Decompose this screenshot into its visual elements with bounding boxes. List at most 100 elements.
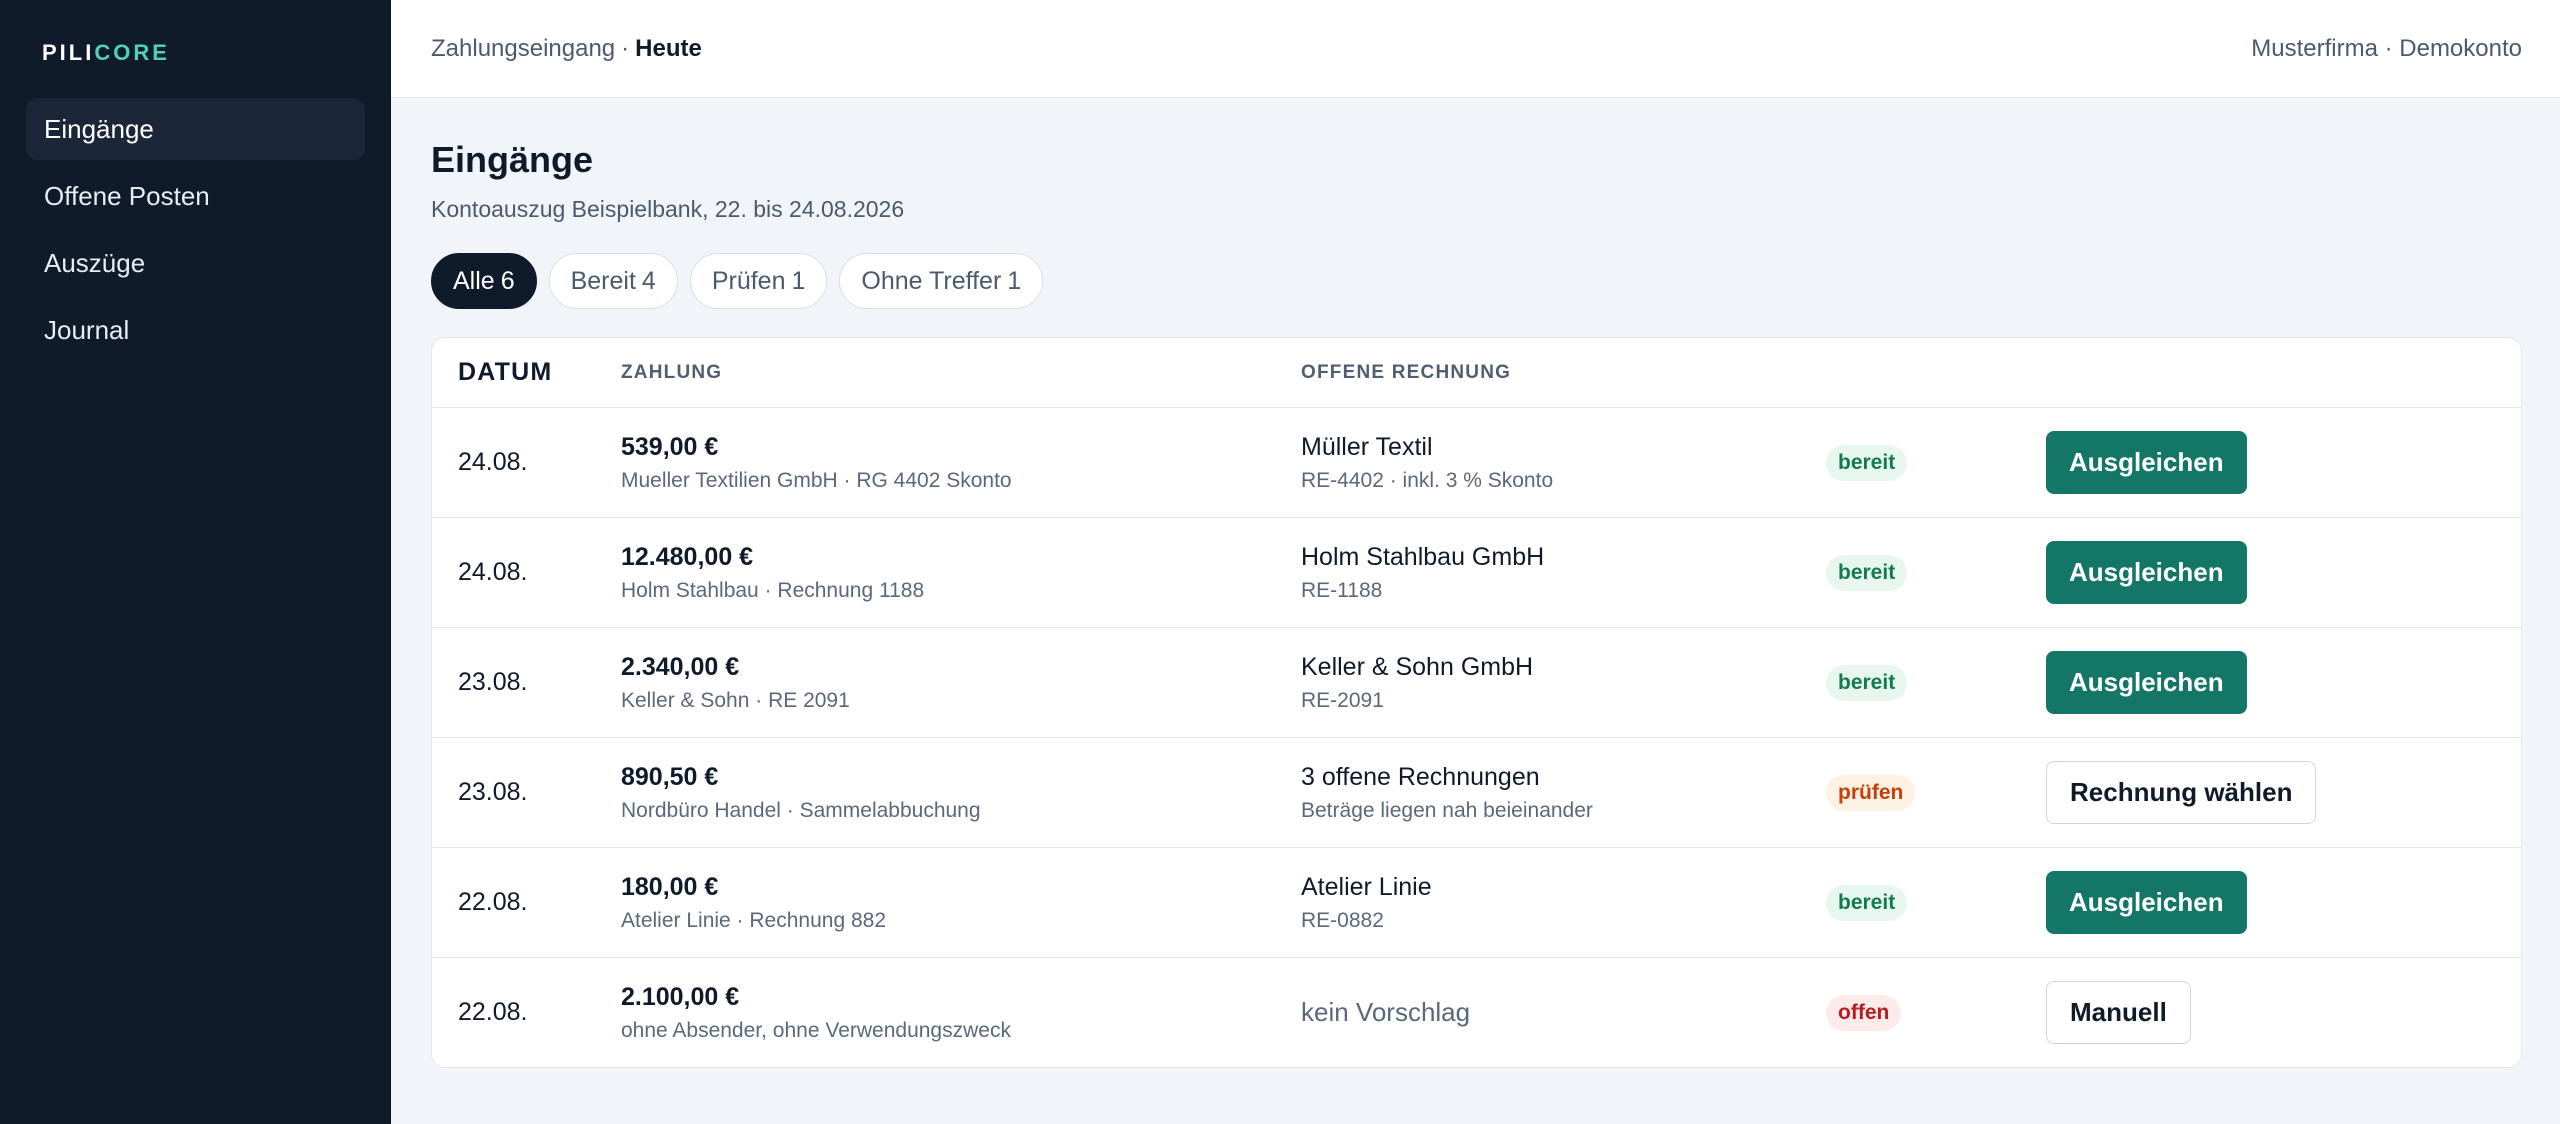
column-header-date: DATUM <box>458 358 553 386</box>
filter-label: Bereit <box>570 267 636 295</box>
invoice-name: 3 offene Rechnungen <box>1301 762 1540 791</box>
column-header-payment: ZAHLUNG <box>621 361 723 383</box>
row-payment: 890,50 € Nordbüro Handel · Sammelabbuchu… <box>621 763 1301 823</box>
status-badge: offen <box>1826 994 1902 1031</box>
filter-chip-pruefen[interactable]: Prüfen 1 <box>689 253 828 309</box>
filter-count: 6 <box>500 267 515 295</box>
row-payment: 180,00 € Atelier Linie · Rechnung 882 <box>621 873 1301 933</box>
row-action: Ausgleichen <box>2046 541 2521 604</box>
content: Eingänge Kontoauszug Beispielbank, 22. b… <box>391 98 2560 1068</box>
row-invoice: kein Vorschlag <box>1301 997 1826 1028</box>
manuell-button[interactable]: Manuell <box>2046 981 2191 1044</box>
sidebar-item-journal[interactable]: Journal <box>26 299 365 361</box>
table-row: 23.08. 890,50 € Nordbüro Handel · Sammel… <box>432 738 2521 848</box>
ausgleichen-button[interactable]: Ausgleichen <box>2046 431 2247 494</box>
table-row: 22.08. 2.100,00 € ohne Absender, ohne Ve… <box>432 958 2521 1067</box>
row-status: bereit <box>1826 664 2046 701</box>
invoice-name: Keller & Sohn GmbH <box>1301 652 1534 681</box>
status-badge: bereit <box>1826 884 1908 921</box>
sidebar-item-offene-posten[interactable]: Offene Posten <box>26 165 365 227</box>
row-status: offen <box>1826 994 2046 1031</box>
payment-reference: Holm Stahlbau · Rechnung 1188 <box>621 578 925 602</box>
payment-amount: 539,00 € <box>621 432 719 461</box>
logo-part-1: PILI <box>42 40 95 65</box>
no-suggestion-label: kein Vorschlag <box>1301 997 1471 1027</box>
row-status: prüfen <box>1826 774 2046 811</box>
top-bar: Zahlungseingang · Heute Musterfirma · Demo… <box>391 0 2560 98</box>
table-row: 24.08. 12.480,00 € Holm Stahlbau · Rechn… <box>432 518 2521 628</box>
status-badge: prüfen <box>1826 774 1916 811</box>
ausgleichen-button[interactable]: Ausgleichen <box>2046 541 2247 604</box>
invoice-detail: RE-0882 <box>1301 908 1384 932</box>
row-action: Ausgleichen <box>2046 871 2521 934</box>
filter-count: 4 <box>641 267 656 295</box>
breadcrumb-parent[interactable]: Zahlungseingang <box>431 35 615 62</box>
ausgleichen-button[interactable]: Ausgleichen <box>2046 871 2247 934</box>
payment-reference: ohne Absender, ohne Verwendungszweck <box>621 1018 1011 1042</box>
status-badge: bereit <box>1826 554 1908 591</box>
sidebar-nav: Eingänge Offene Posten Auszüge Journal <box>0 98 391 361</box>
sidebar: PILICORE Eingänge Offene Posten Auszüge … <box>0 0 391 1124</box>
sidebar-item-eingaenge[interactable]: Eingänge <box>26 98 365 160</box>
table-row: 22.08. 180,00 € Atelier Linie · Rechnung… <box>432 848 2521 958</box>
payment-amount: 12.480,00 € <box>621 542 754 571</box>
filter-chip-alle[interactable]: Alle 6 <box>431 253 537 309</box>
row-status: bereit <box>1826 884 2046 921</box>
page-title: Eingänge <box>431 139 594 180</box>
logo-part-2: CORE <box>94 40 170 65</box>
row-status: bereit <box>1826 554 2046 591</box>
filter-chips: Alle 6 Bereit 4 Prüfen 1 Ohne Treffer 1 <box>431 253 2522 309</box>
invoice-name: Müller Textil <box>1301 432 1433 461</box>
main-area: Zahlungseingang · Heute Musterfirma · Demo… <box>391 0 2560 1124</box>
status-badge: bereit <box>1826 664 1908 701</box>
filter-chip-ohne-treffer[interactable]: Ohne Treffer 1 <box>839 253 1044 309</box>
rechnung-waehlen-button[interactable]: Rechnung wählen <box>2046 761 2317 824</box>
row-invoice: Atelier Linie RE-0882 <box>1301 873 1826 933</box>
filter-label: Ohne Treffer <box>861 267 1002 295</box>
column-header-invoice: OFFENE RECHNUNG <box>1301 361 1512 383</box>
payment-reference: Mueller Textilien GmbH · RG 4402 Skonto <box>621 468 1012 492</box>
payments-table: DATUM ZAHLUNG OFFENE RECHNUNG 24.08. 539… <box>431 337 2522 1068</box>
payment-amount: 2.340,00 € <box>621 652 740 681</box>
filter-count: 1 <box>791 267 806 295</box>
status-badge: bereit <box>1826 444 1908 481</box>
row-status: bereit <box>1826 444 2046 481</box>
filter-label: Prüfen <box>711 267 786 295</box>
breadcrumb-current: Heute <box>635 34 702 62</box>
invoice-detail: Beträge liegen nah beieinander <box>1301 798 1593 822</box>
row-date: 23.08. <box>458 668 528 696</box>
invoice-detail: RE-2091 <box>1301 688 1384 712</box>
payment-reference: Keller & Sohn · RE 2091 <box>621 688 850 712</box>
breadcrumb-separator: · <box>621 34 630 62</box>
row-action: Ausgleichen <box>2046 651 2521 714</box>
row-invoice: Keller & Sohn GmbH RE-2091 <box>1301 653 1826 713</box>
row-date: 24.08. <box>458 558 528 586</box>
payment-reference: Atelier Linie · Rechnung 882 <box>621 908 887 932</box>
table-header: DATUM ZAHLUNG OFFENE RECHNUNG <box>432 338 2521 408</box>
app-logo[interactable]: PILICORE <box>42 40 391 66</box>
filter-chip-bereit[interactable]: Bereit 4 <box>548 253 678 309</box>
filter-label: Alle <box>453 267 495 295</box>
invoice-name: Atelier Linie <box>1301 872 1432 901</box>
row-invoice: Müller Textil RE-4402 · inkl. 3 % Skonto <box>1301 433 1826 493</box>
row-date: 23.08. <box>458 778 528 806</box>
payment-reference: Nordbüro Handel · Sammelabbuchung <box>621 798 981 822</box>
payment-amount: 180,00 € <box>621 872 719 901</box>
invoice-detail: RE-1188 <box>1301 578 1383 602</box>
row-action: Ausgleichen <box>2046 431 2521 494</box>
row-date: 22.08. <box>458 998 528 1026</box>
row-payment: 2.340,00 € Keller & Sohn · RE 2091 <box>621 653 1301 713</box>
payment-amount: 890,50 € <box>621 762 719 791</box>
table-row: 23.08. 2.340,00 € Keller & Sohn · RE 209… <box>432 628 2521 738</box>
page-subtitle: Kontoauszug Beispielbank, 22. bis 24.08.… <box>431 196 905 222</box>
row-action: Rechnung wählen <box>2046 761 2521 824</box>
invoice-name: Holm Stahlbau GmbH <box>1301 542 1545 571</box>
ausgleichen-button[interactable]: Ausgleichen <box>2046 651 2247 714</box>
sidebar-item-auszuege[interactable]: Auszüge <box>26 232 365 294</box>
row-payment: 12.480,00 € Holm Stahlbau · Rechnung 118… <box>621 543 1301 603</box>
account-label[interactable]: Musterfirma · Demokonto <box>2251 35 2522 63</box>
row-invoice: 3 offene Rechnungen Beträge liegen nah b… <box>1301 763 1826 823</box>
breadcrumb: Zahlungseingang · Heute <box>431 35 702 63</box>
row-date: 24.08. <box>458 448 528 476</box>
filter-count: 1 <box>1007 267 1022 295</box>
